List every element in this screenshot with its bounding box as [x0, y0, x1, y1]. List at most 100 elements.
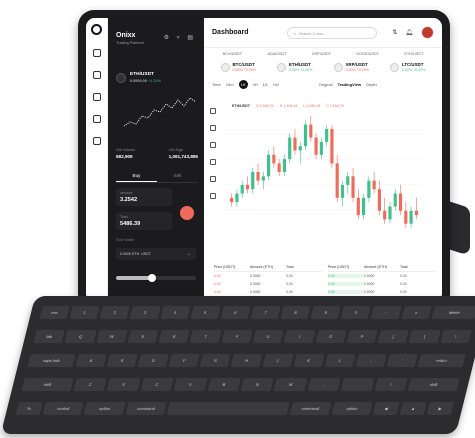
keyboard-key[interactable]: H	[230, 354, 263, 367]
tf-4h[interactable]: 4H	[253, 82, 258, 87]
market-card-xrp[interactable]: XRP/USDT 0.00% +0.00%	[333, 62, 369, 72]
keyboard-key[interactable]: shift	[407, 378, 460, 391]
sidebar-header-icons[interactable]: ⚙ ▿ ▤	[164, 34, 196, 41]
keyboard-key[interactable]: command	[125, 402, 167, 415]
pen-icon[interactable]	[210, 125, 216, 131]
candlestick-chart[interactable]	[224, 110, 424, 234]
keyboard-key[interactable]: 1	[69, 306, 100, 319]
keyboard-key[interactable]: \	[440, 330, 472, 343]
message-icon[interactable]	[92, 137, 101, 145]
keyboard-key[interactable]: T	[189, 330, 222, 343]
keyboard-key[interactable]: P	[346, 330, 378, 343]
tf-15m[interactable]: 15m	[226, 82, 234, 87]
keyboard-key[interactable]: 4	[159, 306, 191, 319]
keyboard-key[interactable]: ]	[408, 330, 441, 343]
table-row[interactable]: 0.00 0.0000 0.00	[214, 288, 322, 296]
keyboard-key[interactable]: /	[374, 378, 409, 391]
keyboard-key[interactable]: 9	[310, 306, 341, 319]
keyboard-key[interactable]: -	[370, 306, 402, 319]
line-icon[interactable]	[210, 142, 216, 148]
table-row[interactable]: 0.00 0.0000 0.00	[214, 280, 322, 288]
keyboard-key[interactable]: [	[377, 330, 410, 343]
keyboard-key[interactable]: .	[340, 378, 375, 391]
amount-slider[interactable]	[116, 274, 196, 282]
view-depth[interactable]: Depth	[366, 82, 377, 87]
keyboard-key[interactable]: G	[199, 354, 232, 367]
keyboard-key[interactable]: command	[289, 402, 332, 415]
keyboard-key[interactable]: R	[158, 330, 191, 343]
document-icon[interactable]	[92, 93, 101, 101]
keyboard-key[interactable]: ▶	[426, 402, 454, 415]
magnet-icon[interactable]	[210, 193, 216, 199]
keyboard-key[interactable]: =	[400, 306, 432, 319]
filter-icon[interactable]: ⇅	[392, 29, 397, 36]
keyboard-key[interactable]: return	[417, 354, 466, 367]
keyboard-key[interactable]: 0	[340, 306, 372, 319]
tf-time[interactable]: Time	[212, 82, 221, 87]
keyboard-key[interactable]: E	[127, 330, 159, 343]
keyboard-key[interactable]: ◀	[372, 402, 400, 415]
grid-icon[interactable]	[92, 49, 101, 57]
keyboard-key[interactable]: control	[42, 402, 85, 415]
market-card-ltc[interactable]: LTC/USDT 0.00% +0.00%	[390, 62, 425, 72]
keyboard-key[interactable]: V	[173, 378, 208, 391]
keyboard-key[interactable]: option	[331, 402, 373, 415]
keyboard-key[interactable]: ▲	[399, 402, 427, 415]
keyboard-key[interactable]: 6	[220, 306, 251, 319]
text-icon[interactable]	[210, 159, 216, 165]
market-card-eth[interactable]: ETH/USDT 0.00% +0.00%	[277, 62, 312, 72]
swap-button[interactable]	[180, 206, 194, 220]
keyboard-key[interactable]: F	[168, 354, 201, 367]
keyboard-key[interactable]	[166, 402, 290, 415]
keyboard-key[interactable]: 5	[190, 306, 221, 319]
table-row[interactable]: 0.00 0.0000 0.00	[328, 288, 436, 296]
bell-icon[interactable]: 🔔︎	[405, 29, 413, 36]
search-input[interactable]: ⌕ Search Coins...	[286, 26, 377, 39]
total-field[interactable]: Total 5486.39	[116, 212, 172, 230]
clipboard-icon[interactable]	[92, 115, 101, 123]
keyboard-key[interactable]: A	[75, 354, 107, 367]
keyboard-key[interactable]: X	[106, 378, 141, 391]
cursor-icon[interactable]	[210, 108, 216, 114]
currency-select[interactable]: 0.0000 ETH USDT ⌄	[116, 248, 196, 260]
keyboard-key[interactable]: K	[293, 354, 325, 367]
tab-sell[interactable]: Sell	[157, 170, 198, 182]
keyboard-key[interactable]: D	[137, 354, 169, 367]
keyboard-key[interactable]: 8	[280, 306, 311, 319]
keyboard-key[interactable]: delete	[431, 306, 475, 319]
keyboard-key[interactable]: caps lock	[27, 354, 76, 367]
keyboard-key[interactable]: S	[106, 354, 138, 367]
keyboard-key[interactable]: Y	[221, 330, 253, 343]
keyboard-key[interactable]: B	[207, 378, 241, 391]
view-tradingview[interactable]: TradingView	[338, 82, 362, 87]
keyboard-key[interactable]: U	[252, 330, 284, 343]
pair-summary[interactable]: ETH/USDT 0.0000.00 +1.21%	[116, 72, 161, 83]
wallet-icon[interactable]	[92, 71, 101, 79]
keyboard-key[interactable]: tab	[33, 330, 66, 343]
keyboard-key[interactable]: N	[240, 378, 275, 391]
keyboard-key[interactable]: fn	[15, 402, 43, 415]
keyboard-key[interactable]: W	[96, 330, 128, 343]
keyboard-key[interactable]: ,	[307, 378, 342, 391]
market-card-btc[interactable]: BTC/USDT 0.00% +0.00%	[220, 62, 256, 72]
slider-handle[interactable]	[148, 274, 156, 282]
keyboard-key[interactable]: esc	[39, 306, 70, 319]
keyboard-key[interactable]: J	[262, 354, 294, 367]
avatar[interactable]	[421, 26, 434, 39]
keyboard-key[interactable]: M	[273, 378, 308, 391]
ruler-icon[interactable]	[210, 176, 216, 182]
tf-1h[interactable]: 1H	[238, 80, 248, 89]
keyboard-key[interactable]: shift	[21, 378, 74, 391]
keyboard-key[interactable]: I	[283, 330, 316, 343]
keyboard-key[interactable]: Z	[73, 378, 107, 391]
keyboard-key[interactable]: L	[324, 354, 356, 367]
keyboard-key[interactable]: O	[315, 330, 347, 343]
amount-field[interactable]: Amount 3.2542	[116, 188, 172, 206]
table-row[interactable]: 0.00 0.0000 0.00	[328, 280, 436, 288]
keyboard-key[interactable]: '	[386, 354, 418, 367]
tf-1w[interactable]: 1W	[273, 82, 279, 87]
keyboard-key[interactable]: option	[83, 402, 126, 415]
view-original[interactable]: Original	[319, 82, 333, 87]
tf-1d[interactable]: 1D	[263, 82, 268, 87]
table-row[interactable]: 0.00 0.0000 0.00	[328, 272, 436, 280]
